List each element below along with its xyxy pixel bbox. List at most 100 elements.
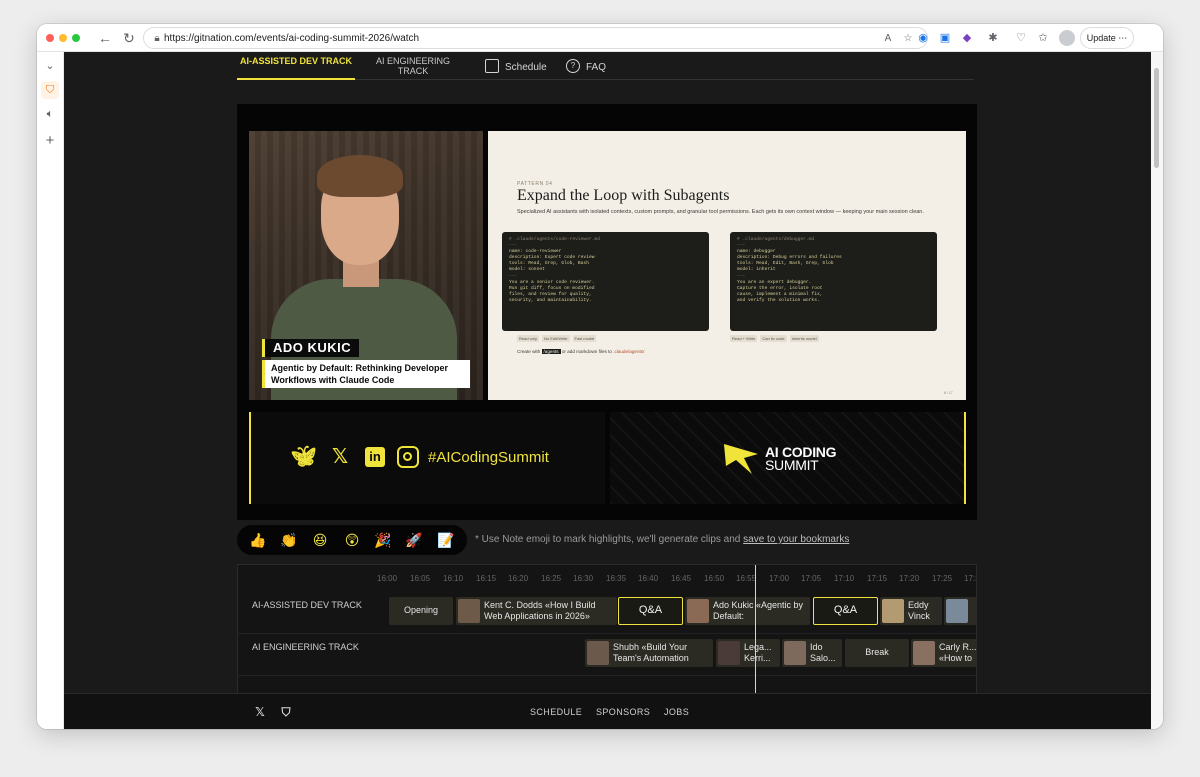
qa-session-block[interactable]: Q&A [813,597,878,625]
time-label: 16:30 [573,574,594,583]
extension-icon-2[interactable]: ▣ [937,30,953,46]
save-bookmarks-link[interactable]: save to your bookmarks [743,534,849,545]
scrollbar-thumb[interactable] [1154,68,1159,168]
minimize-window-button[interactable] [59,34,67,42]
time-label: 17:25 [932,574,953,583]
browser-window: ← ↻ 🔒︎ https://gitnation.com/events/ai-c… [37,24,1163,729]
rocket-emoji-button[interactable]: 🚀 [403,530,425,550]
x-logo-icon: 𝕏 [331,446,349,468]
read-aloud-icon[interactable]: A [880,31,896,47]
speaker-thumbnail [687,599,709,623]
shield-icon[interactable]: ⛉ [41,81,59,99]
session-block[interactable]: Kent C. Dodds «How I Build Web Applicati… [456,597,617,625]
session-block[interactable]: Opening [389,597,453,625]
slide-footnote: Create with /agents or add markdown file… [517,349,645,354]
site-info-icon[interactable]: 🔒︎ [150,32,164,46]
time-label: 17:05 [801,574,822,583]
speaker-thumbnail [913,641,935,665]
session-block[interactable]: Shubh «Build Your Team's Automation [585,639,713,667]
chevron-down-icon[interactable]: ⌄ [41,57,59,75]
time-label: 17:3 [964,574,976,583]
url-text: https://gitnation.com/events/ai-coding-s… [164,33,420,44]
reload-icon[interactable]: ↻ [120,29,138,47]
speaker-thumbnail [458,599,480,623]
brand-wordmark: AI CODING SUMMIT [765,444,837,473]
code-card-reviewer: # .claude/agents/code-reviewer.md --- na… [502,232,709,331]
session-block[interactable]: Lega... Kerri... [716,639,780,667]
time-label: 17:20 [899,574,920,583]
linkedin-icon: in [365,447,385,467]
extension-icon-1[interactable]: ◉ [915,30,931,46]
debugger-pills: Read + Write Can fix code Inherits model [730,335,819,342]
instagram-icon [397,446,419,468]
page-footer: 𝕏 ⛉ SCHEDULE SPONSORS JOBS [64,693,1151,729]
session-block-current[interactable]: Ado Kukic «Agentic by Default: [685,597,810,625]
highlight-hint: * Use Note emoji to mark highlights, we'… [475,534,850,545]
speaker-camera-feed: ADO KUKIC Agentic by Default: Rethinking… [249,131,483,400]
maximize-window-button[interactable] [72,34,80,42]
time-label: 17:15 [867,574,888,583]
time-label: 16:25 [541,574,562,583]
talk-title: Agentic by Default: Rethinking Developer… [262,360,470,388]
session-block[interactable]: Carly R... «How to [911,639,976,667]
calendar-icon [485,59,499,74]
thumbs-up-emoji-button[interactable]: 👍 [247,530,269,550]
tab-ai-engineering-track[interactable]: AI ENGINEERING TRACK [365,54,461,80]
party-emoji-button[interactable]: 🎉 [372,530,394,550]
close-window-button[interactable] [46,34,54,42]
slide-page-number: 6 / 17 [944,391,953,395]
favorite-star-icon[interactable]: ☆ [900,31,916,47]
update-button[interactable]: Update ⋯ [1080,27,1134,49]
session-block[interactable]: Ido Salo... [782,639,842,667]
break-block[interactable]: Break [845,639,909,667]
speaker-lower-third: ADO KUKIC Agentic by Default: Rethinking… [262,339,470,388]
bluesky-butterfly-icon: 🦋︎ [291,446,317,468]
track-label-ai-assisted: AI-ASSISTED DEV TRACK [252,600,362,610]
presentation-slide: PATTERN 04 Expand the Loop with Subagent… [488,131,966,400]
page-scrollbar[interactable] [1151,52,1163,729]
new-tab-plus-icon[interactable]: + [41,132,59,150]
extension-icon-3[interactable]: ◆ [959,30,975,46]
reviewer-pills: Read only No Edit/Write Fast model [517,335,597,342]
code-card-debugger: # .claude/agents/debugger.md --- name: d… [730,232,937,331]
back-arrow-icon[interactable]: ← [96,29,114,47]
time-label: 16:20 [508,574,529,583]
favorites-icon[interactable]: ✩ [1035,30,1051,46]
speaker-thumbnail [784,641,806,665]
address-bar[interactable]: 🔒︎ https://gitnation.com/events/ai-codin… [143,27,928,49]
time-label: 16:05 [410,574,431,583]
extensions-puzzle-icon[interactable]: ✱ [985,30,1001,46]
x-logo-icon[interactable]: 𝕏 [252,704,268,720]
note-emoji-button[interactable]: 📝 [435,530,457,550]
laugh-emoji-button[interactable]: 😆 [309,530,331,550]
tab-schedule[interactable]: Schedule [485,59,547,76]
speaker-icon[interactable]: 🔈︎ [41,105,59,123]
time-label: 16:55 [736,574,757,583]
surprised-emoji-button[interactable]: 😲 [341,530,363,550]
video-player[interactable]: ADO KUKIC Agentic by Default: Rethinking… [237,104,977,520]
footer-link-jobs[interactable]: JOBS [664,706,689,718]
footer-link-sponsors[interactable]: SPONSORS [596,706,650,718]
social-banner: 🦋︎ 𝕏 in #AICodingSummit [249,412,605,504]
speaker-thumbnail [946,599,968,623]
time-label: 16:35 [606,574,627,583]
ai-coding-summit-logo-icon [724,444,758,474]
footer-link-schedule[interactable]: SCHEDULE [530,706,582,718]
session-block[interactable]: Eddy Vinck [880,597,942,625]
help-circle-icon: ? [566,59,580,74]
profile-avatar[interactable] [1059,30,1075,46]
speaker-thumbnail [882,599,904,623]
qa-session-block[interactable]: Q&A [618,597,683,625]
speaker-name: ADO KUKIC [262,339,360,357]
shield-icon[interactable]: ⛉ [278,704,294,720]
time-label: 17:00 [769,574,790,583]
browser-essentials-icon[interactable]: ♡ [1013,30,1029,46]
track-tabs: AI-ASSISTED DEV TRACK AI ENGINEERING TRA… [237,52,974,80]
time-label: 16:10 [443,574,464,583]
session-block[interactable] [944,597,976,625]
tab-ai-assisted-dev-track[interactable]: AI-ASSISTED DEV TRACK [237,54,355,80]
tab-faq[interactable]: ? FAQ [566,59,606,76]
time-label: 16:50 [704,574,725,583]
reaction-bar: 👍 👏 😆 😲 🎉 🚀 📝 [237,525,467,555]
clap-emoji-button[interactable]: 👏 [278,530,300,550]
